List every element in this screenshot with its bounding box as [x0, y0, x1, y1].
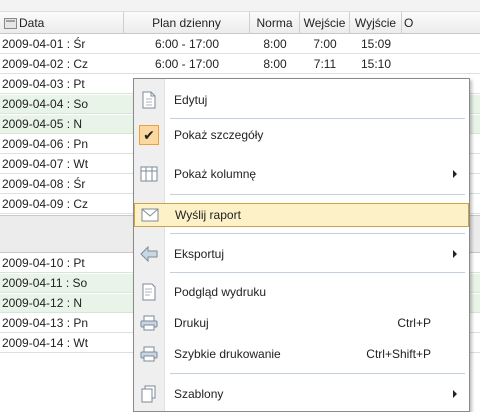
menu-item-pokaz-szczegoly[interactable]: ✔ Pokaż szczegóły	[134, 121, 469, 149]
print-preview-icon	[139, 282, 159, 302]
menu-item-eksportuj[interactable]: Eksportuj	[134, 239, 469, 269]
columns-icon	[139, 164, 159, 184]
cell-date: 2009-04-09 : Cz	[2, 197, 89, 211]
edit-icon	[139, 90, 159, 110]
menu-item-podglad-wydruku[interactable]: Podgląd wydruku	[134, 277, 469, 307]
cell-date: 2009-04-02 : Cz	[2, 57, 89, 71]
cell-date: 2009-04-13 : Pn	[2, 316, 89, 330]
cell-wyjscie: 15:09	[360, 37, 392, 51]
cell-plan: 6:00 - 17:00	[154, 57, 220, 71]
menu-separator	[170, 194, 465, 195]
menu-item-label: Pokaż szczegóły	[174, 128, 264, 142]
menu-item-label: Szablony	[174, 387, 224, 401]
cell-date: 2009-04-14 : Wt	[2, 336, 89, 350]
menu-item-label: Podgląd wydruku	[174, 285, 267, 299]
cell-wejscie: 7:00	[313, 37, 337, 51]
submenu-arrow-icon	[453, 170, 457, 178]
cell-date: 2009-04-08 : Śr	[2, 177, 86, 191]
column-header-o[interactable]: O	[402, 12, 480, 34]
menu-separator	[170, 118, 465, 119]
submenu-arrow-icon	[453, 250, 457, 258]
cell-date: 2009-04-01 : Śr	[2, 37, 86, 51]
cell-wyjscie: 15:10	[360, 57, 392, 71]
cell-wejscie: 7:11	[313, 57, 337, 71]
cell-plan: 6:00 - 17:00	[154, 37, 220, 51]
menu-item-label: Szybkie drukowanie	[174, 347, 281, 361]
grid-header: Data Plan dzienny Norma Wejście Wyjście …	[0, 12, 480, 34]
menu-item-label: Pokaż kolumnę	[174, 167, 257, 181]
column-header-wyjscie[interactable]: Wyjście	[350, 12, 402, 34]
export-arrow-icon	[139, 244, 159, 264]
context-menu: Edytuj ✔ Pokaż szczegóły Pokaż kolumnę W…	[133, 78, 470, 412]
cell-date: 2009-04-10 : Pt	[2, 256, 85, 270]
menu-item-szablony[interactable]: Szablony	[134, 379, 469, 409]
cell-date: 2009-04-11 : So	[2, 276, 88, 290]
menu-item-shortcut: Ctrl+P	[397, 316, 431, 330]
menu-item-label: Eksportuj	[174, 247, 225, 261]
menu-item-label: Edytuj	[174, 93, 208, 107]
templates-icon	[139, 384, 159, 404]
top-strip	[0, 0, 480, 12]
menu-item-label: Wyślij raport	[175, 208, 241, 222]
menu-separator	[170, 233, 465, 234]
column-header-plan[interactable]: Plan dzienny	[124, 12, 250, 34]
cell-date: 2009-04-06 : Pn	[2, 137, 89, 151]
menu-separator	[170, 272, 465, 273]
cell-date: 2009-04-05 : N	[2, 117, 83, 131]
menu-item-label: Drukuj	[174, 316, 209, 330]
menu-item-edytuj[interactable]: Edytuj	[134, 85, 469, 115]
cell-date: 2009-04-04 : So	[2, 97, 89, 111]
table-row[interactable]: 2009-04-01 : Śr 6:00 - 17:00 8:00 7:00 1…	[0, 35, 480, 54]
cell-date: 2009-04-12 : N	[2, 296, 83, 310]
menu-item-szybkie-drukowanie[interactable]: Szybkie drukowanie Ctrl+Shift+P	[134, 339, 469, 369]
envelope-icon	[140, 205, 160, 225]
menu-item-shortcut: Ctrl+Shift+P	[366, 347, 431, 361]
submenu-arrow-icon	[453, 390, 457, 398]
column-header-norma[interactable]: Norma	[250, 12, 300, 34]
quick-print-icon	[139, 344, 159, 364]
table-row[interactable]: 2009-04-02 : Cz 6:00 - 17:00 8:00 7:11 1…	[0, 55, 480, 74]
menu-item-wyslij-raport[interactable]: Wyślij raport	[134, 203, 469, 227]
column-header-wejscie[interactable]: Wejście	[300, 12, 350, 34]
cell-norma: 8:00	[263, 37, 287, 51]
check-icon: ✔	[139, 125, 159, 145]
printer-icon	[139, 313, 159, 333]
menu-item-pokaz-kolumne[interactable]: Pokaż kolumnę	[134, 159, 469, 189]
column-header-data[interactable]: Data	[0, 12, 124, 34]
calendar-icon	[4, 18, 17, 29]
menu-item-drukuj[interactable]: Drukuj Ctrl+P	[134, 308, 469, 338]
menu-separator	[170, 373, 465, 374]
cell-date: 2009-04-03 : Pt	[2, 77, 85, 91]
cell-date: 2009-04-07 : Wt	[2, 157, 89, 171]
cell-norma: 8:00	[263, 57, 287, 71]
